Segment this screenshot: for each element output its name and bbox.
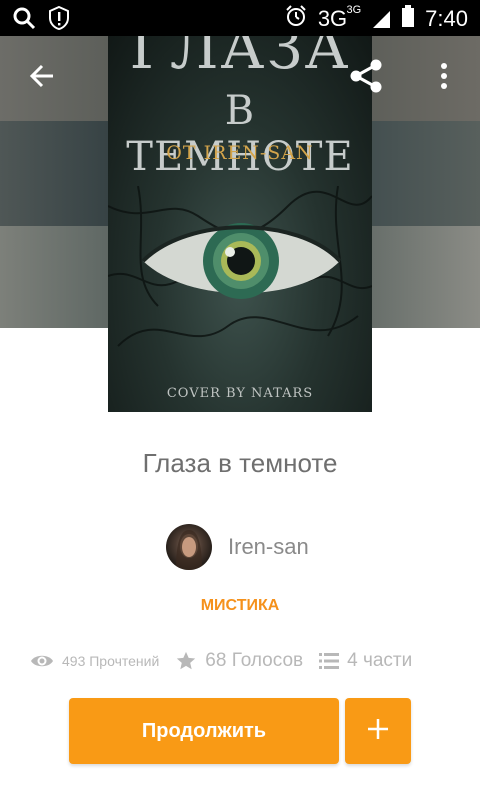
avatar[interactable]: [166, 524, 212, 570]
parts-count: 4 части: [347, 650, 413, 671]
back-arrow-icon: [28, 62, 56, 95]
cover-eye-illustration: [108, 186, 372, 347]
add-to-library-button[interactable]: [345, 698, 411, 764]
star-icon: [175, 650, 197, 672]
eye-icon: [30, 653, 54, 669]
network-label: 3G: [317, 6, 348, 31]
app-toolbar: [0, 36, 480, 120]
clock-time: 7:40: [425, 6, 468, 31]
alarm-icon: [284, 4, 308, 34]
author-name[interactable]: Iren-san: [228, 534, 309, 560]
network-sup: 3G: [346, 4, 362, 16]
search-icon: [12, 6, 36, 35]
reads-count: 493 Прочтений: [62, 653, 160, 669]
signal-icon: [371, 9, 391, 29]
battery-icon: [401, 4, 415, 34]
story-stats: 493 Прочтений 68 Голосов 4 части: [30, 646, 412, 676]
status-right: 3G 3G 7:40: [284, 4, 468, 34]
votes-stat: 68 Голосов: [175, 650, 303, 672]
story-title: Глаза в темноте: [142, 448, 338, 478]
author-link[interactable]: Iren-san: [166, 524, 309, 570]
cover-author-line: ОТ IREN-SAN: [166, 142, 314, 164]
status-bar: 3G 3G 7:40: [0, 0, 480, 36]
more-vert-icon: [440, 62, 448, 95]
share-button[interactable]: [346, 58, 386, 98]
cover-credit: COVER BY NATARS: [166, 386, 314, 401]
network-type: 3G 3G: [317, 4, 361, 32]
share-icon: [348, 58, 384, 99]
list-icon: [319, 652, 340, 670]
reads-stat: 493 Прочтений: [30, 653, 159, 669]
more-options-button[interactable]: [424, 58, 464, 98]
continue-reading-button[interactable]: Продолжить: [69, 698, 339, 764]
plus-icon: [367, 718, 389, 745]
status-left-icons: [12, 5, 70, 35]
alert-shield-icon: [48, 5, 70, 35]
back-button[interactable]: [22, 58, 62, 98]
parts-stat: 4 части: [319, 650, 412, 672]
votes-count: 68 Голосов: [205, 650, 304, 671]
genre-tag[interactable]: МИСТИКА: [0, 597, 480, 615]
